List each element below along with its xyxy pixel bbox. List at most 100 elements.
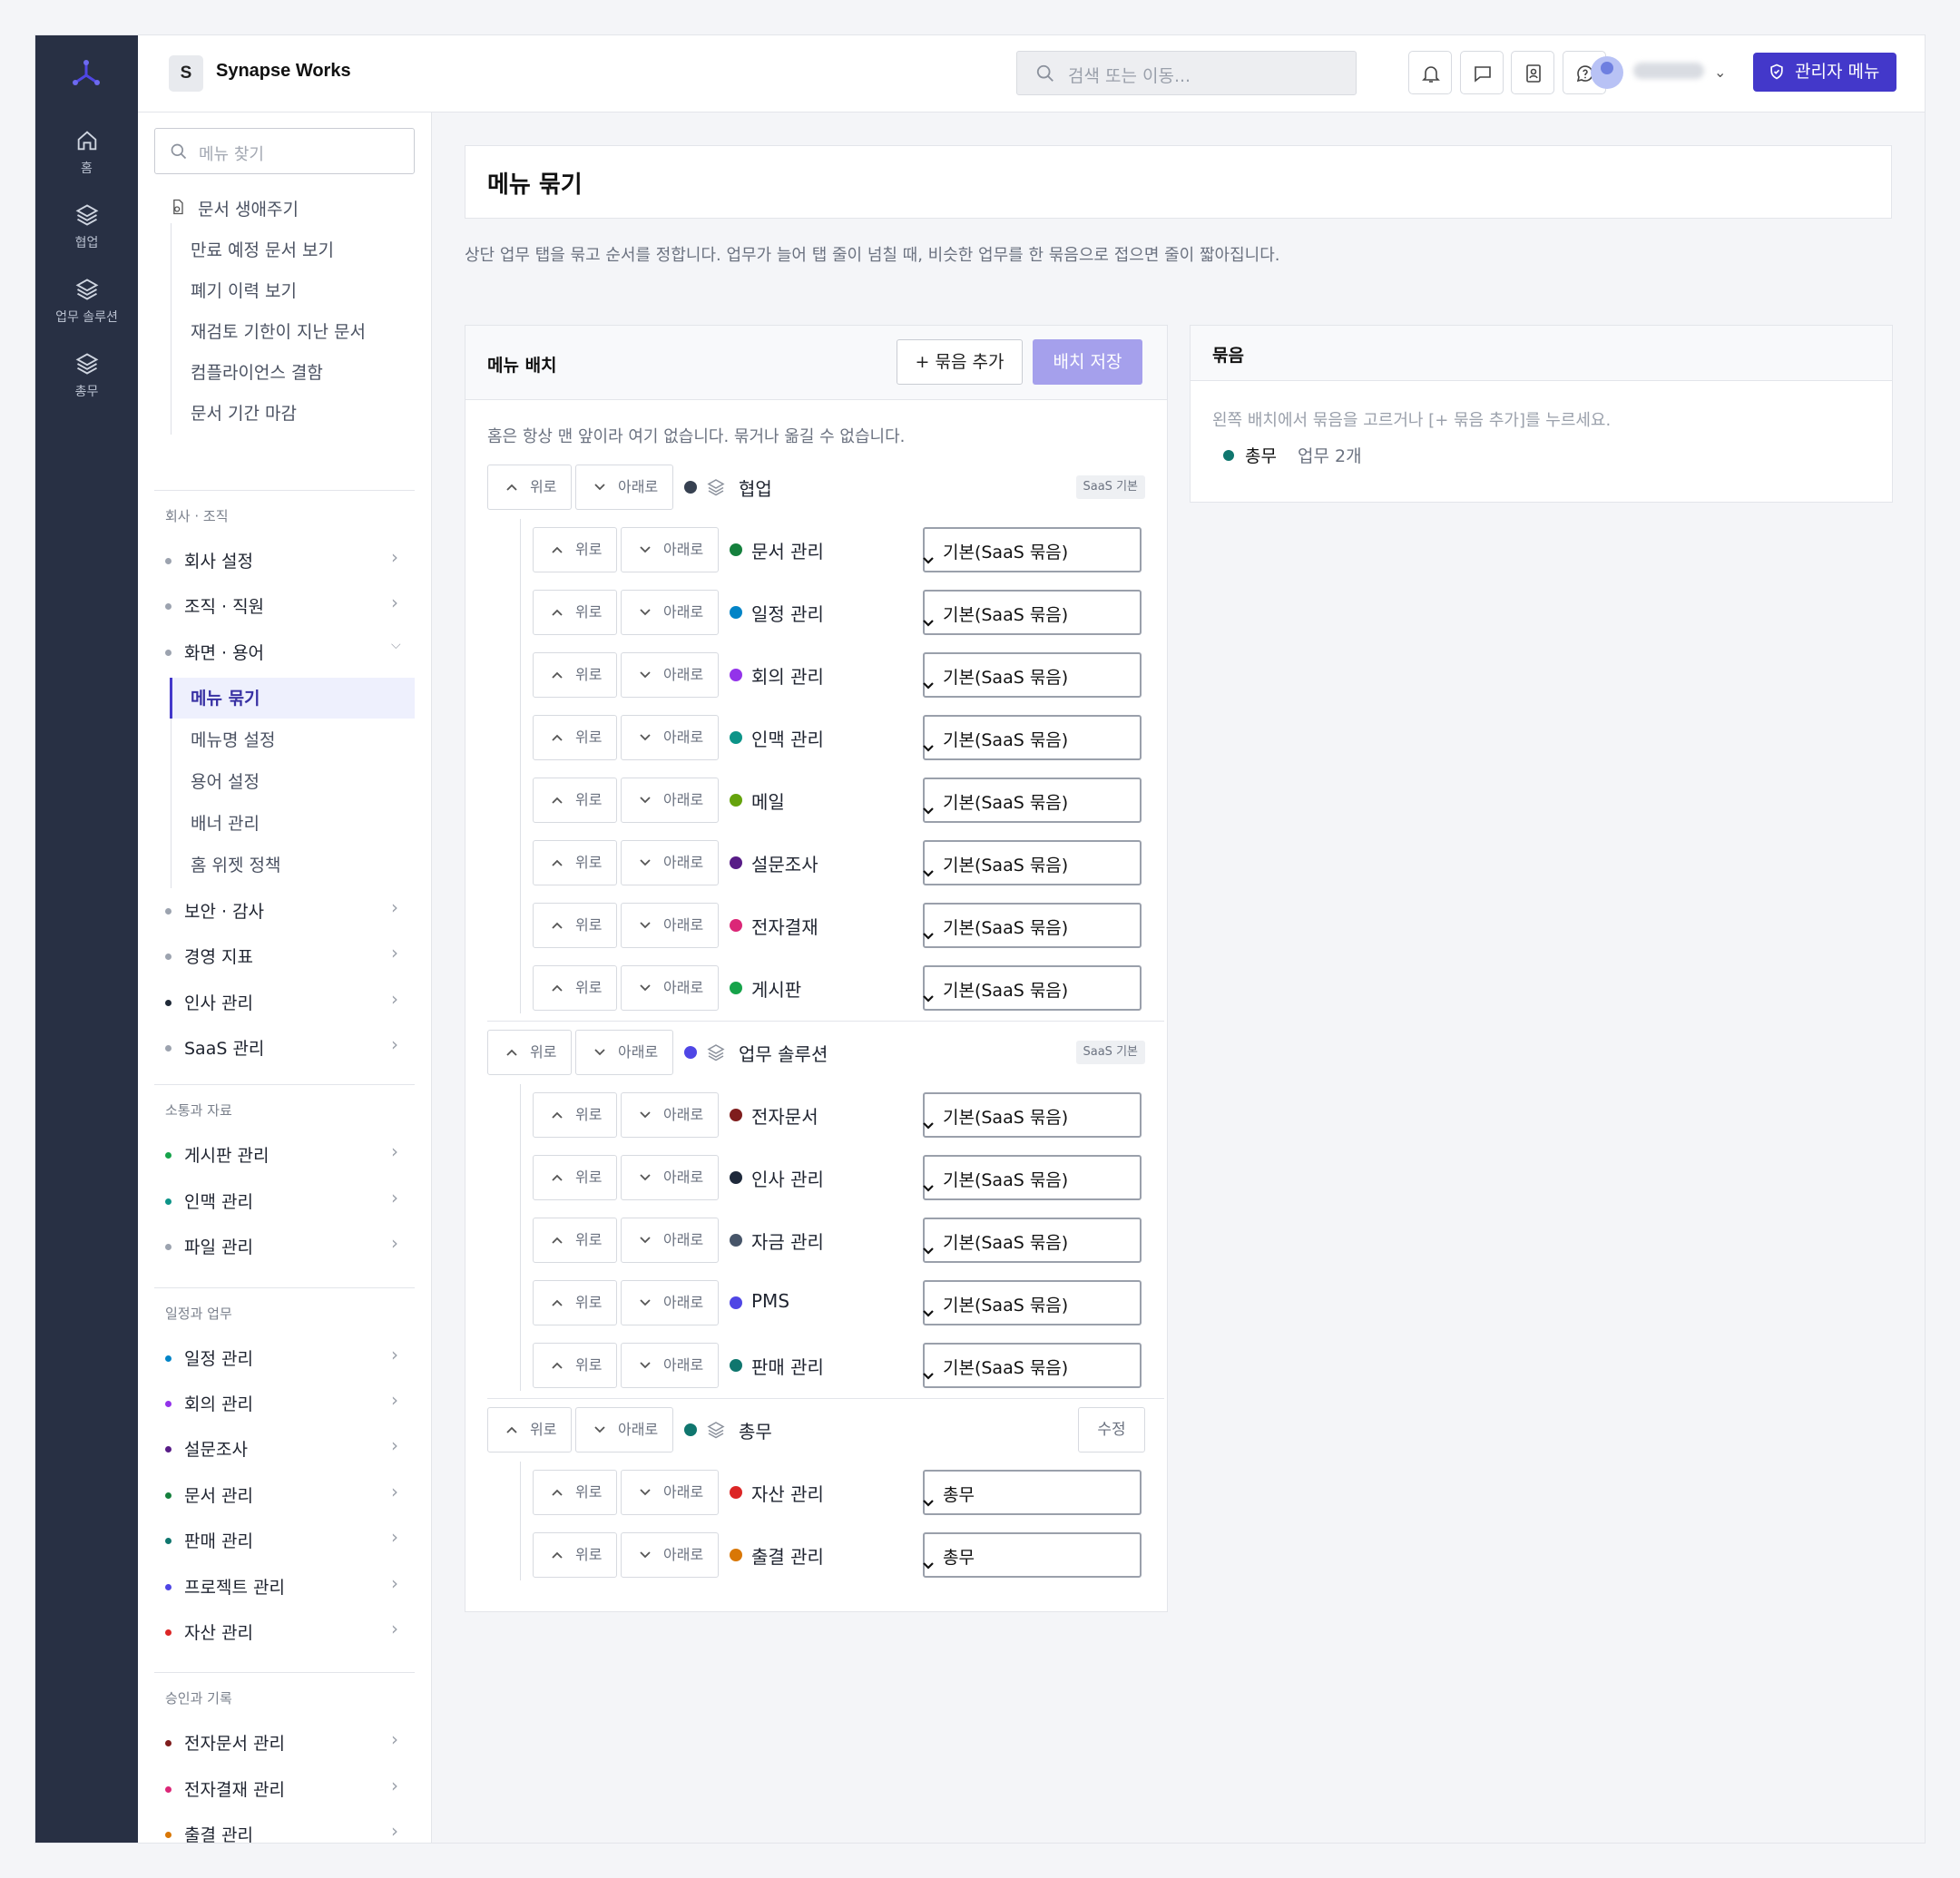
rail-item-2[interactable]: 업무 솔루션	[35, 277, 138, 342]
group-select[interactable]: 기본(SaaS 묶음)	[923, 1218, 1142, 1263]
workspace-name[interactable]: Synapse Works	[216, 61, 351, 82]
group-row[interactable]: 위로 아래로 업무 솔루션 SaaS 기본	[487, 1030, 1145, 1075]
sidebar-item-0[interactable]: 회사 설정	[184, 548, 253, 572]
chevron-right-icon[interactable]: ›	[391, 988, 398, 1010]
contacts-button[interactable]	[1511, 51, 1554, 94]
sidebar-item-6[interactable]: 자산 관리	[184, 1619, 253, 1644]
move-up-button[interactable]: 위로	[533, 778, 617, 823]
group-select[interactable]: 기본(SaaS 묶음)	[923, 1343, 1142, 1388]
sidebar-subitem[interactable]: 메뉴 묶기	[191, 685, 260, 709]
admin-menu-button[interactable]: 관리자 메뉴	[1753, 53, 1896, 92]
group-select[interactable]: 기본(SaaS 묶음)	[923, 715, 1142, 760]
workspace-badge[interactable]: S	[169, 55, 203, 92]
chevron-right-icon[interactable]: ›	[391, 1434, 398, 1456]
sidebar-item-2[interactable]: 설문조사	[184, 1436, 248, 1461]
move-up-button[interactable]: 위로	[533, 1092, 617, 1138]
sidebar-item-1[interactable]: 인맥 관리	[184, 1188, 253, 1213]
move-up-button[interactable]: 위로	[533, 1343, 617, 1388]
chevron-right-icon[interactable]: ›	[391, 1572, 398, 1594]
sidebar-item-0[interactable]: 일정 관리	[184, 1345, 253, 1370]
group-select[interactable]: 기본(SaaS 묶음)	[923, 840, 1142, 885]
move-down-button[interactable]: 아래로	[621, 1470, 719, 1515]
lifecycle-item[interactable]: 컴플라이언스 결함	[191, 359, 323, 384]
sidebar-item-0[interactable]: 게시판 관리	[184, 1142, 269, 1167]
move-down-button[interactable]: 아래로	[621, 903, 719, 948]
group-select[interactable]: 총무	[923, 1532, 1142, 1578]
rail-item-1[interactable]: 협업	[35, 202, 138, 268]
move-down-button[interactable]: 아래로	[621, 527, 719, 572]
edit-group-button[interactable]: 수정	[1078, 1407, 1145, 1453]
move-down-button[interactable]: 아래로	[575, 465, 673, 510]
sidebar-item-5[interactable]: 프로젝트 관리	[184, 1574, 285, 1599]
chevron-right-icon[interactable]: ›	[391, 896, 398, 918]
messages-button[interactable]	[1460, 51, 1504, 94]
group-select[interactable]: 기본(SaaS 묶음)	[923, 903, 1142, 948]
move-down-button[interactable]: 아래로	[621, 1343, 719, 1388]
chevron-right-icon[interactable]: ›	[391, 1618, 398, 1639]
sidebar-item-1[interactable]: 전자결재 관리	[184, 1776, 285, 1801]
sidebar-item-3[interactable]: 문서 관리	[184, 1482, 253, 1507]
chevron-right-icon[interactable]: ›	[391, 1526, 398, 1548]
move-up-button[interactable]: 위로	[533, 1532, 617, 1578]
sidebar-item-1[interactable]: 회의 관리	[184, 1391, 253, 1415]
lifecycle-item[interactable]: 재검토 기한이 지난 문서	[191, 318, 366, 343]
chevron-right-icon[interactable]: ›	[391, 1033, 398, 1055]
rail-item-0[interactable]: 홈	[35, 128, 138, 193]
sidebar-item-6[interactable]: SaaS 관리	[184, 1035, 264, 1060]
group-select[interactable]: 기본(SaaS 묶음)	[923, 590, 1142, 635]
move-up-button[interactable]: 위로	[533, 715, 617, 760]
avatar[interactable]	[1591, 56, 1623, 89]
chevron-right-icon[interactable]: ›	[391, 592, 398, 613]
move-down-button[interactable]: 아래로	[621, 1092, 719, 1138]
sidebar-subitem[interactable]: 홈 위젯 정책	[191, 852, 280, 876]
sidebar-item-1[interactable]: 조직 · 직원	[184, 593, 264, 618]
group-select[interactable]: 기본(SaaS 묶음)	[923, 1280, 1142, 1325]
sidebar-item-0[interactable]: 전자문서 관리	[184, 1730, 285, 1755]
sidebar-item-2[interactable]: 화면 · 용어	[184, 640, 264, 664]
lifecycle-item[interactable]: 만료 예정 문서 보기	[191, 237, 334, 261]
lifecycle-title[interactable]: 문서 생애주기	[198, 196, 299, 220]
move-down-button[interactable]: 아래로	[621, 1280, 719, 1325]
chevron-right-icon[interactable]: ›	[391, 1344, 398, 1365]
chevron-right-icon[interactable]: ›	[391, 1820, 398, 1842]
chevron-right-icon[interactable]: ›	[391, 1389, 398, 1411]
group-select[interactable]: 기본(SaaS 묶음)	[923, 652, 1142, 698]
move-up-button[interactable]: 위로	[487, 1030, 572, 1075]
group-select[interactable]: 기본(SaaS 묶음)	[923, 527, 1142, 572]
move-down-button[interactable]: 아래로	[621, 590, 719, 635]
move-down-button[interactable]: 아래로	[621, 965, 719, 1011]
group-select[interactable]: 기본(SaaS 묶음)	[923, 778, 1142, 823]
move-up-button[interactable]: 위로	[533, 1218, 617, 1263]
chevron-right-icon[interactable]: ›	[391, 1775, 398, 1796]
move-down-button[interactable]: 아래로	[621, 715, 719, 760]
sidebar-item-4[interactable]: 경영 지표	[184, 944, 253, 968]
move-down-button[interactable]: 아래로	[575, 1030, 673, 1075]
sidebar-item-2[interactable]: 출결 관리	[184, 1822, 253, 1843]
chevron-down-icon[interactable]: ⌄	[1714, 64, 1726, 81]
chevron-right-icon[interactable]: ›	[391, 546, 398, 568]
sidebar-item-5[interactable]: 인사 관리	[184, 990, 253, 1014]
move-down-button[interactable]: 아래로	[621, 652, 719, 698]
chevron-right-icon[interactable]: ›	[391, 1187, 398, 1208]
menu-search-input[interactable]: 메뉴 찾기	[154, 128, 415, 174]
move-up-button[interactable]: 위로	[533, 1470, 617, 1515]
group-select[interactable]: 기본(SaaS 묶음)	[923, 965, 1142, 1011]
move-up-button[interactable]: 위로	[533, 527, 617, 572]
global-search-input[interactable]: 검색 또는 이동...	[1016, 51, 1357, 95]
move-up-button[interactable]: 위로	[533, 903, 617, 948]
move-down-button[interactable]: 아래로	[621, 840, 719, 885]
move-down-button[interactable]: 아래로	[575, 1407, 673, 1453]
move-up-button[interactable]: 위로	[533, 965, 617, 1011]
sidebar-subitem[interactable]: 용어 설정	[191, 768, 260, 793]
move-up-button[interactable]: 위로	[533, 840, 617, 885]
user-name-blurred[interactable]	[1633, 63, 1704, 79]
synapse-logo-icon[interactable]	[68, 55, 104, 92]
sidebar-subitem[interactable]: 배너 관리	[191, 810, 260, 835]
move-down-button[interactable]: 아래로	[621, 1218, 719, 1263]
lifecycle-item[interactable]: 폐기 이력 보기	[191, 278, 297, 302]
sidebar-item-3[interactable]: 보안 · 감사	[184, 898, 264, 923]
group-row[interactable]: 위로 아래로 총무 수정	[487, 1407, 1145, 1453]
group-select[interactable]: 총무	[923, 1470, 1142, 1515]
rail-item-3[interactable]: 총무	[35, 351, 138, 416]
move-up-button[interactable]: 위로	[533, 1155, 617, 1200]
